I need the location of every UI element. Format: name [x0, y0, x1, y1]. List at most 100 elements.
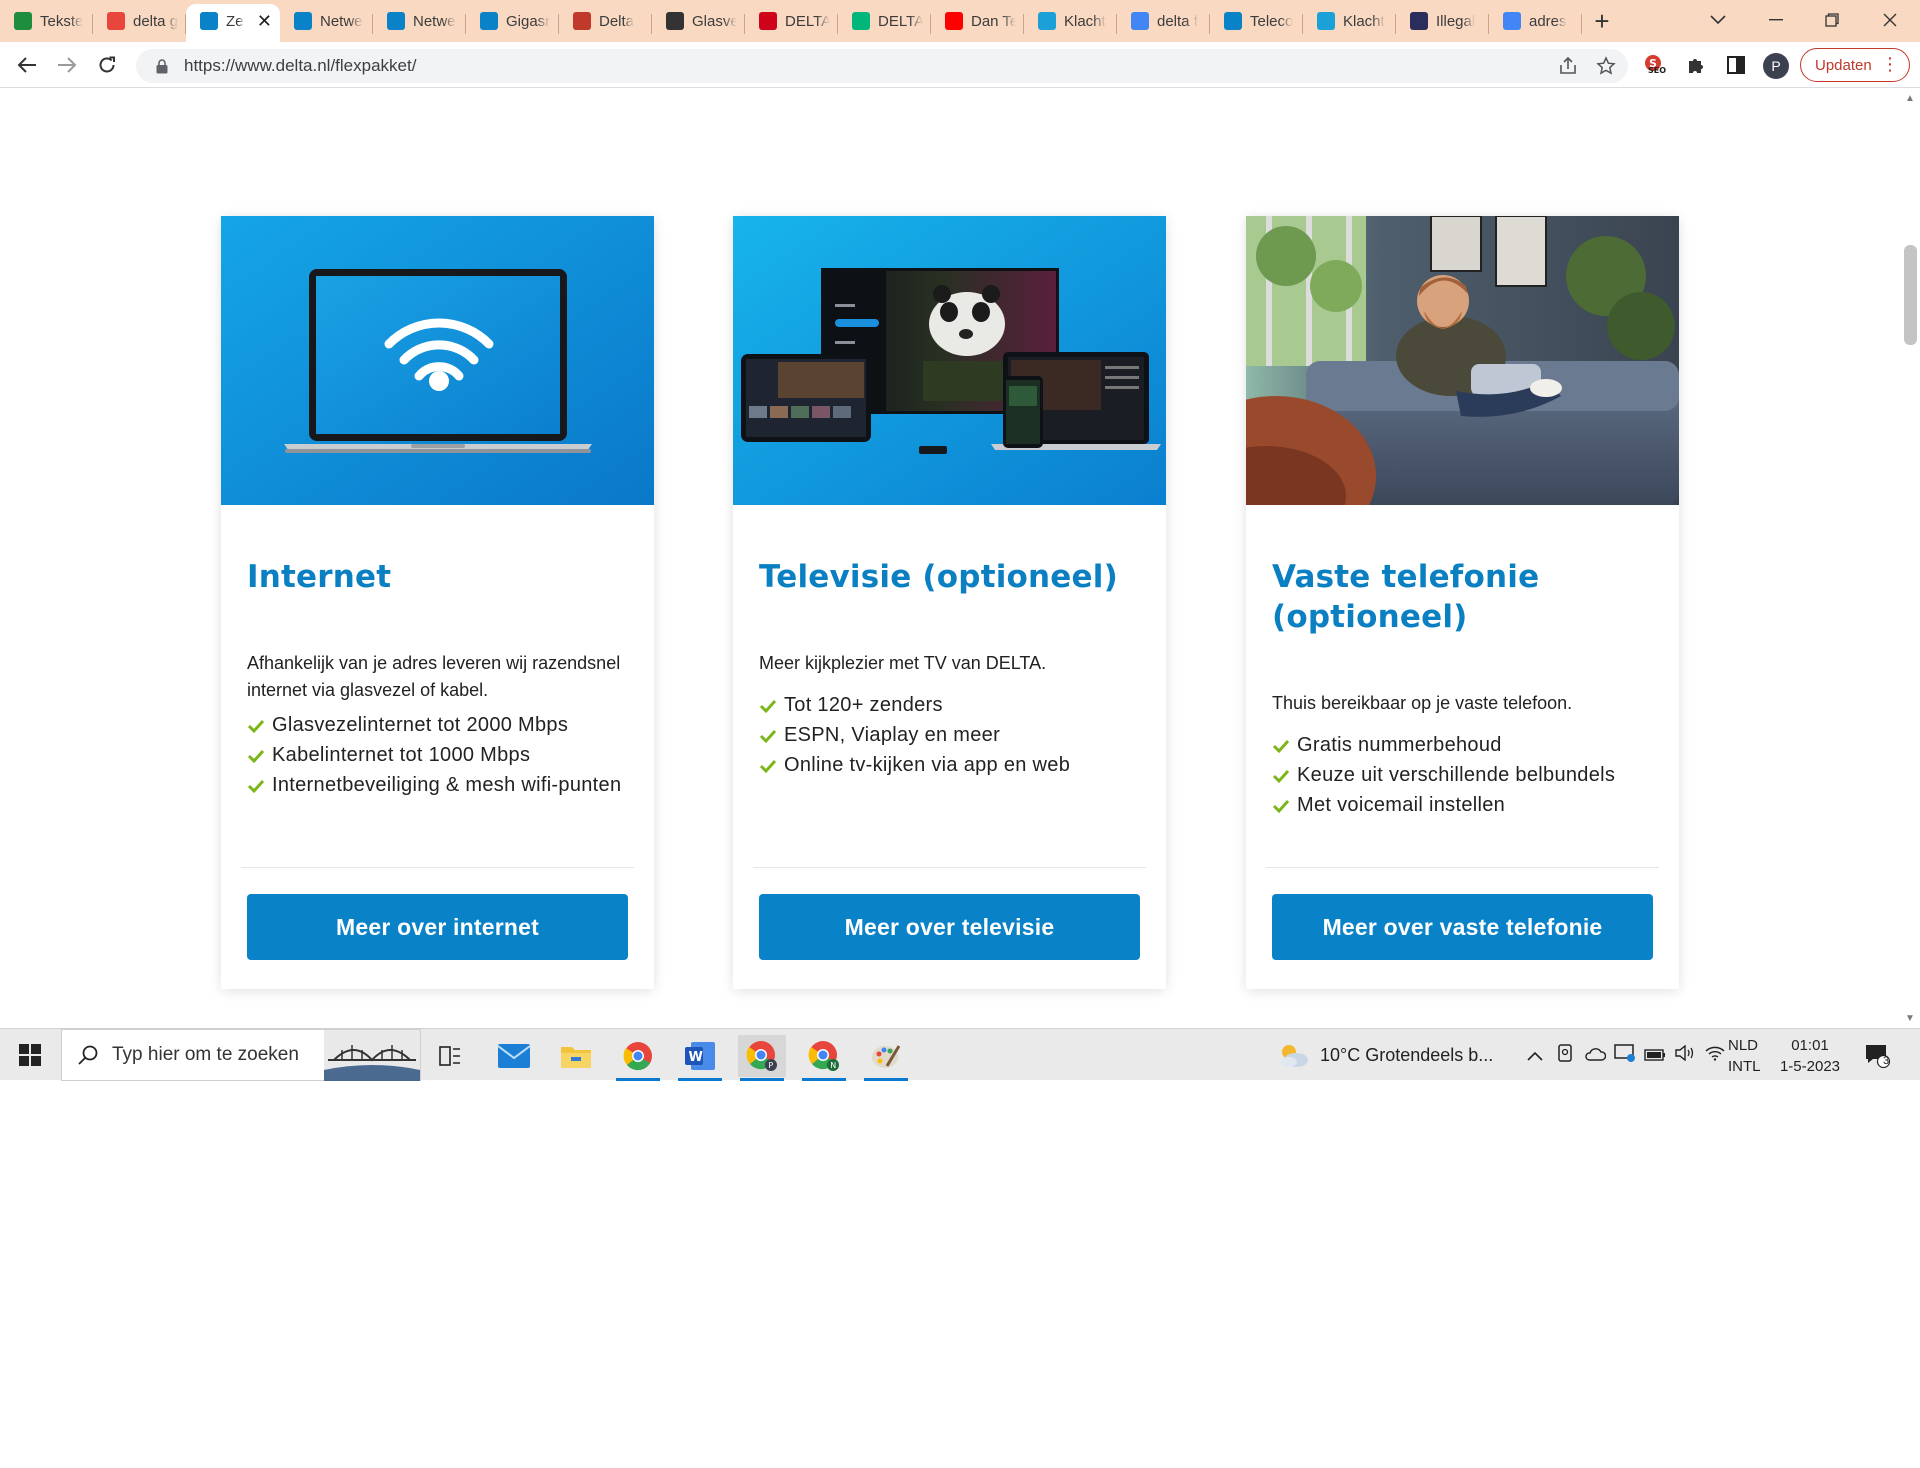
google-icon — [1503, 12, 1521, 30]
puzzle-extensions-icon[interactable] — [1683, 52, 1709, 78]
more-landline-button[interactable]: Meer over vaste telefonie — [1272, 894, 1653, 960]
scroll-down-arrow-icon[interactable]: ▼ — [1905, 1013, 1915, 1024]
pinterest-icon — [759, 12, 777, 30]
more-internet-button[interactable]: Meer over internet — [247, 894, 628, 960]
back-button[interactable] — [12, 50, 42, 80]
browser-tab[interactable]: Dan Te — [931, 4, 1024, 42]
meeting-icon[interactable] — [1550, 1043, 1580, 1067]
google-icon — [1131, 12, 1149, 30]
task-view-button[interactable] — [426, 1035, 474, 1077]
browser-tab[interactable]: Netwe — [373, 4, 466, 42]
minimize-icon — [1769, 19, 1783, 21]
browser-tab[interactable]: Delta — [559, 4, 652, 42]
tab-title: Delta — [599, 12, 635, 30]
browser-tab[interactable]: Klacht — [1024, 4, 1117, 42]
taskbar-chrome-1[interactable] — [614, 1035, 662, 1081]
browser-tab[interactable]: DELTA — [838, 4, 931, 42]
tab-strip: Tekste delta g Ze ✕ Netwe Netwe Gigasr Delta Gla… — [0, 0, 1920, 42]
browser-tab[interactable]: Illegal — [1396, 4, 1489, 42]
browser-tab[interactable]: Netwe — [280, 4, 373, 42]
browser-tab[interactable]: DELTA — [745, 4, 838, 42]
taskbar-explorer[interactable] — [552, 1035, 600, 1077]
card-title: Internet — [247, 559, 392, 595]
taskbar-chrome-profile-p[interactable]: P — [738, 1035, 786, 1081]
folder-icon — [561, 1047, 591, 1068]
browser-tab[interactable]: Gigasr — [466, 4, 559, 42]
bookmark-star-icon[interactable] — [1594, 54, 1618, 78]
scroll-up-arrow-icon[interactable]: ▲ — [1905, 93, 1915, 104]
input-language[interactable]: NLD INTL — [1728, 1035, 1761, 1077]
page-viewport: Internet Afhankelijk van je adres levere… — [0, 89, 1920, 1028]
page-scrollbar[interactable]: ▲ ▼ — [1900, 89, 1920, 1028]
tab-title: Netwe — [320, 12, 363, 30]
scrollbar-thumb[interactable] — [1904, 245, 1917, 345]
tab-title: DELTA — [878, 12, 923, 30]
checkmark-icon — [1272, 769, 1290, 784]
volume-icon[interactable] — [1670, 1044, 1700, 1066]
lock-icon[interactable] — [152, 58, 172, 74]
taskbar-chrome-profile-n[interactable]: N — [800, 1035, 848, 1081]
profile-avatar[interactable]: P — [1763, 53, 1789, 79]
taskbar-word[interactable]: W — [676, 1035, 724, 1081]
restore-button[interactable] — [1804, 0, 1860, 40]
taskbar-clock[interactable]: 01:01 1-5-2023 — [1770, 1035, 1850, 1077]
battery-icon[interactable] — [1640, 1045, 1670, 1066]
weather-widget[interactable]: 10°C Grotendeels b... — [1276, 1029, 1493, 1081]
browser-tab[interactable]: delta f — [1117, 4, 1210, 42]
more-television-button[interactable]: Meer over televisie — [759, 894, 1140, 960]
tab-search-button[interactable] — [1690, 0, 1746, 40]
nu-icon — [1410, 12, 1428, 30]
tab-title: delta g — [133, 12, 178, 30]
task-view-icon — [439, 1046, 460, 1066]
side-panel-icon[interactable] — [1723, 52, 1749, 78]
chevron-up-icon[interactable] — [1520, 1045, 1550, 1066]
delta-icon — [200, 12, 218, 30]
taskbar-mail[interactable] — [490, 1035, 538, 1077]
r-icon — [1038, 12, 1056, 30]
notification-center-button[interactable]: 3 — [1864, 1029, 1890, 1081]
delta-icon — [1224, 12, 1242, 30]
browser-tab[interactable]: Teleco — [1210, 4, 1303, 42]
menu-dots-icon[interactable]: ⋮ — [1881, 55, 1899, 73]
browser-tab[interactable]: Tekste — [0, 4, 93, 42]
minimize-button[interactable] — [1748, 0, 1804, 40]
windows-logo-icon — [19, 1044, 41, 1066]
browser-tab[interactable]: adres — [1489, 4, 1582, 42]
svg-text:N: N — [830, 1061, 836, 1070]
browser-tab[interactable]: Ze ✕ — [186, 4, 280, 42]
tab-title: Ze — [226, 12, 244, 30]
arrow-right-icon — [58, 57, 77, 73]
close-window-button[interactable] — [1862, 0, 1918, 40]
taskbar-paint[interactable] — [862, 1035, 910, 1081]
tab-title: Klacht — [1064, 12, 1106, 30]
chrome-icon — [623, 1042, 652, 1071]
device-update-icon[interactable] — [1610, 1043, 1640, 1068]
checkmark-icon — [759, 699, 777, 714]
card-title: Televisie (optioneel) — [759, 559, 1118, 595]
url-text[interactable]: https://www.delta.nl/flexpakket/ — [184, 56, 416, 76]
weather-text[interactable]: 10°C Grotendeels b... — [1320, 1045, 1493, 1066]
seo-extension-icon[interactable]: SEO S — [1642, 52, 1668, 78]
card-divider — [753, 867, 1146, 868]
restore-icon — [1825, 13, 1839, 27]
chrome-icon: P — [746, 1041, 777, 1071]
reload-button[interactable] — [92, 50, 122, 80]
update-button[interactable]: Updaten ⋮ — [1800, 48, 1910, 82]
new-tab-button[interactable]: + — [1582, 4, 1622, 42]
browser-tab[interactable]: Glasve — [652, 4, 745, 42]
search-placeholder[interactable]: Typ hier om te zoeken — [112, 1044, 299, 1066]
card-divider — [241, 867, 634, 868]
wifi-icon[interactable] — [1700, 1045, 1730, 1066]
update-label: Updaten — [1815, 56, 1872, 74]
svg-text:P: P — [768, 1061, 773, 1070]
onedrive-cloud-icon[interactable] — [1580, 1045, 1610, 1066]
share-icon[interactable] — [1556, 54, 1580, 78]
browser-tab[interactable]: Klacht — [1303, 4, 1396, 42]
feature-item: Glasvezelinternet tot 2000 Mbps — [247, 710, 637, 740]
forward-button[interactable] — [52, 50, 82, 80]
browser-tab[interactable]: delta g — [93, 4, 186, 42]
tab-close-icon[interactable]: ✕ — [257, 11, 272, 32]
address-bar[interactable]: https://www.delta.nl/flexpakket/ — [136, 49, 1628, 83]
taskbar-search[interactable]: Typ hier om te zoeken — [61, 1029, 421, 1082]
start-button[interactable] — [10, 1040, 50, 1070]
